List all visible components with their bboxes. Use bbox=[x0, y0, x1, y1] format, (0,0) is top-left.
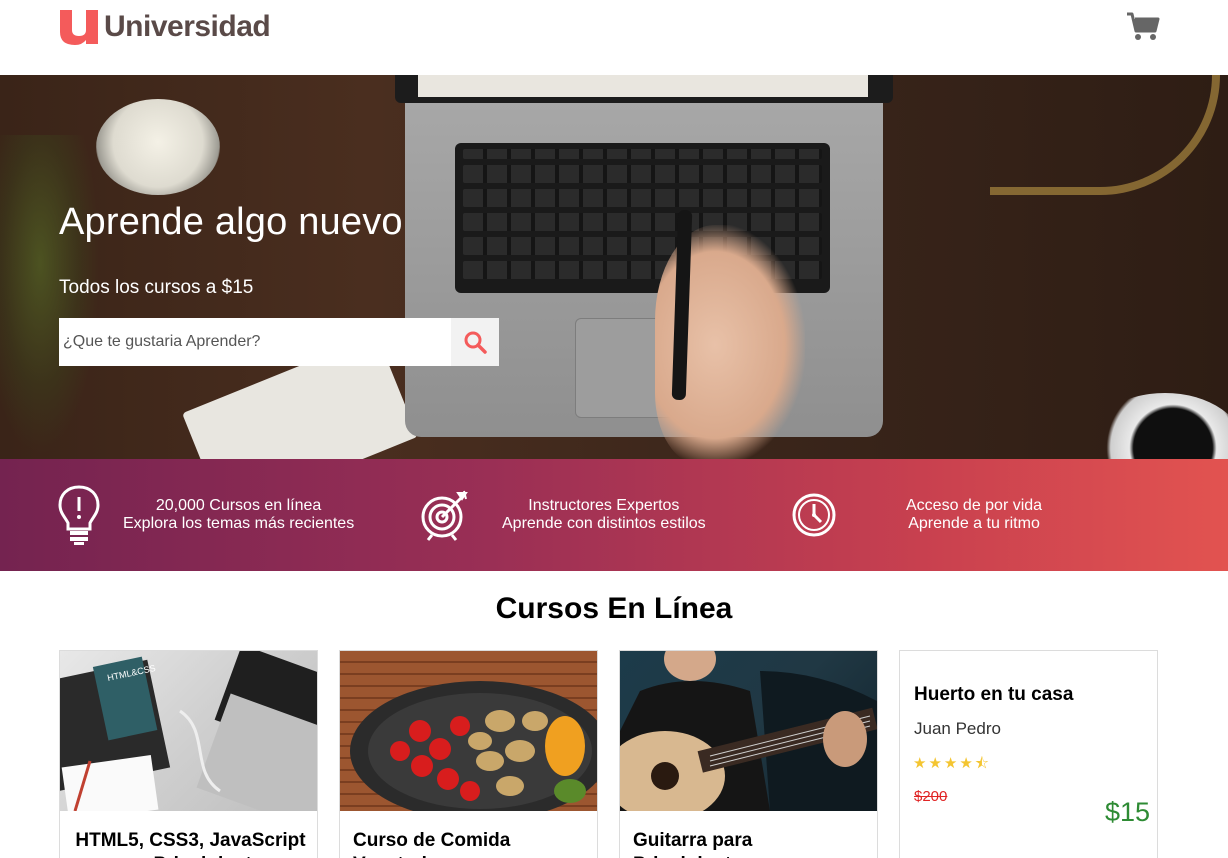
shopping-cart-icon[interactable] bbox=[1126, 12, 1160, 42]
feature-access: Acceso de por vida Aprende a tu ritmo bbox=[790, 459, 1042, 571]
search-button[interactable] bbox=[451, 318, 499, 366]
feature-instructors-title: Instructores Expertos bbox=[528, 497, 680, 514]
hero-subtitle: Todos los cursos a $15 bbox=[59, 277, 254, 298]
course-detail-card[interactable]: Huerto en tu casa Juan Pedro ★★★★⯪ $200 … bbox=[899, 650, 1158, 858]
feature-courses: 20,000 Cursos en línea Explora los temas… bbox=[55, 459, 354, 571]
course-title: Guitarra para Principiantes bbox=[633, 830, 753, 858]
search-input[interactable] bbox=[59, 318, 451, 366]
lamp-decoration bbox=[990, 75, 1220, 195]
features-bar: 20,000 Cursos en línea Explora los temas… bbox=[0, 459, 1228, 571]
candle-decoration bbox=[96, 99, 220, 195]
feature-instructors: Instructores Expertos Aprende con distin… bbox=[420, 459, 706, 571]
course-card-food[interactable]: Curso de Comida Vegetariana bbox=[339, 650, 598, 858]
clock-icon bbox=[790, 483, 838, 547]
course-image-food bbox=[340, 651, 597, 811]
logo[interactable]: Universidad bbox=[58, 8, 271, 46]
rating-stars-icon: ★★★★⯪ bbox=[913, 755, 991, 772]
course-title: HTML5, CSS3, JavaScript para Principiant… bbox=[75, 830, 306, 858]
new-price: $15 bbox=[1105, 797, 1151, 827]
feature-instructors-desc: Aprende con distintos estilos bbox=[502, 515, 706, 532]
search-form bbox=[59, 318, 499, 366]
hero-banner: Aprende algo nuevo Todos los cursos a $1… bbox=[0, 75, 1228, 459]
feature-courses-desc: Explora los temas más recientes bbox=[123, 515, 355, 532]
target-icon bbox=[420, 483, 468, 547]
feature-courses-title: 20,000 Cursos en línea bbox=[155, 497, 322, 514]
course-detail-title: Huerto en tu casa bbox=[914, 684, 1074, 705]
course-detail-author: Juan Pedro bbox=[914, 719, 1001, 738]
logo-u-icon bbox=[58, 8, 100, 46]
coffee-mug-decoration bbox=[1085, 393, 1228, 459]
feature-access-desc: Aprende a tu ritmo bbox=[908, 515, 1040, 532]
hero-title: Aprende algo nuevo bbox=[59, 201, 403, 243]
course-image-html: HTML&CSS bbox=[60, 651, 317, 811]
search-icon bbox=[464, 331, 487, 354]
courses-section-title: Cursos En Línea bbox=[495, 592, 733, 625]
course-card-html[interactable]: HTML&CSS HTML5, CSS3, JavaScript para Pr… bbox=[59, 650, 318, 858]
header: Universidad bbox=[0, 0, 1228, 75]
course-image-guitar bbox=[620, 651, 877, 811]
course-card-guitar[interactable]: Guitarra para Principiantes bbox=[619, 650, 878, 858]
feature-access-title: Acceso de por vida bbox=[906, 497, 1043, 514]
lightbulb-icon bbox=[55, 483, 103, 547]
course-title: Curso de Comida Vegetariana bbox=[353, 830, 511, 858]
old-price: $200 bbox=[914, 788, 948, 805]
logo-text: Universidad bbox=[104, 10, 271, 43]
laptop-screen bbox=[418, 75, 868, 97]
